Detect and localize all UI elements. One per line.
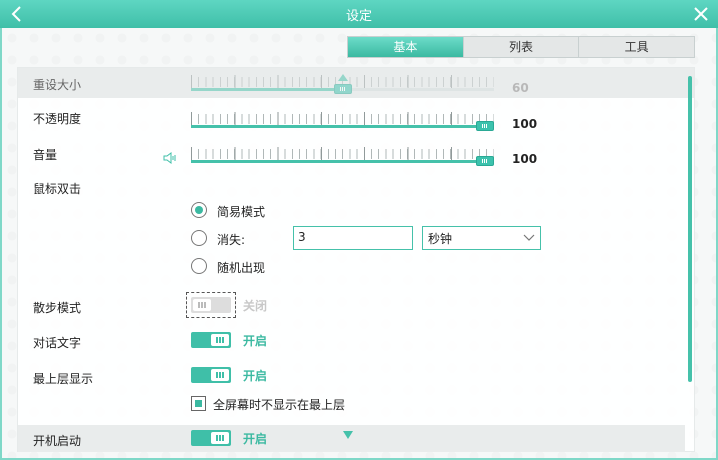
close-icon[interactable] xyxy=(692,4,710,24)
topmost-state: 开启 xyxy=(243,369,268,383)
volume-slider[interactable] xyxy=(191,147,494,169)
radio-simple-mode-label: 简易模式 xyxy=(217,205,266,219)
volume-slider-fill xyxy=(191,160,494,163)
radio-disappear[interactable] xyxy=(191,230,207,246)
volume-label: 音量 xyxy=(33,148,58,162)
autostart-state: 开启 xyxy=(243,432,268,446)
autostart-label: 开机启动 xyxy=(33,434,82,448)
radio-random-appear[interactable] xyxy=(191,258,207,274)
walk-mode-toggle[interactable] xyxy=(191,297,231,313)
scrollbar[interactable] xyxy=(688,76,692,382)
dialog-text-toggle[interactable] xyxy=(191,332,231,348)
resize-value: 60 xyxy=(512,81,529,95)
window-title: 设定 xyxy=(345,9,372,24)
opacity-slider[interactable] xyxy=(191,112,494,134)
resize-slider-thumb[interactable] xyxy=(333,84,352,94)
walk-mode-label: 散步模式 xyxy=(33,301,82,315)
opacity-slider-fill xyxy=(191,125,494,128)
opacity-slider-thumb[interactable] xyxy=(476,121,494,131)
opacity-label: 不透明度 xyxy=(33,112,82,126)
speaker-icon[interactable] xyxy=(163,152,177,164)
scroll-more-icon[interactable] xyxy=(343,431,353,439)
tab-list[interactable]: 列表 xyxy=(464,37,580,57)
fullscreen-not-topmost-checkbox[interactable] xyxy=(191,396,206,411)
volume-value: 100 xyxy=(512,152,538,166)
tab-tools[interactable]: 工具 xyxy=(579,37,694,57)
time-unit-select[interactable]: 秒钟 xyxy=(422,226,541,250)
time-unit-value: 秒钟 xyxy=(428,232,453,246)
tab-bar: 基本 列表 工具 xyxy=(347,36,695,58)
title-bar: 设定 xyxy=(0,0,718,28)
topmost-label: 最上层显示 xyxy=(33,372,94,386)
volume-slider-thumb[interactable] xyxy=(476,156,494,166)
tab-basic[interactable]: 基本 xyxy=(348,37,464,57)
opacity-value: 100 xyxy=(512,117,538,131)
topmost-toggle[interactable] xyxy=(191,367,231,383)
radio-disappear-label: 消失: xyxy=(217,233,246,247)
chevron-down-icon xyxy=(523,234,535,241)
resize-slider[interactable] xyxy=(191,74,494,97)
disappear-duration-input[interactable]: 3 xyxy=(293,226,413,250)
autostart-toggle[interactable] xyxy=(191,430,231,446)
resize-label: 重设大小 xyxy=(33,78,82,92)
radio-random-appear-label: 随机出现 xyxy=(217,261,266,275)
walk-mode-state: 关闭 xyxy=(243,299,268,313)
dialog-text-state: 开启 xyxy=(243,334,268,348)
fullscreen-not-topmost-label: 全屏幕时不显示在最上层 xyxy=(213,398,346,412)
radio-simple-mode[interactable] xyxy=(191,202,207,218)
resize-slider-fill xyxy=(191,88,343,91)
resize-pointer-icon xyxy=(337,74,348,81)
dialog-text-label: 对话文字 xyxy=(33,336,82,350)
double-click-label: 鼠标双击 xyxy=(33,182,82,196)
